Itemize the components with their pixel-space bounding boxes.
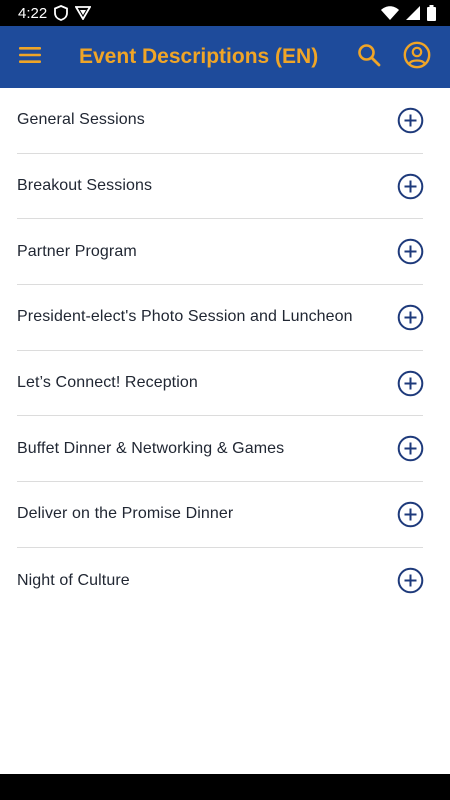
list-item[interactable]: General Sessions [17, 88, 423, 154]
event-label: Night of Culture [17, 571, 130, 589]
status-time: 4:22 [18, 4, 48, 22]
plus-circle-icon[interactable] [396, 435, 424, 463]
vpn-triangle-icon [75, 6, 92, 20]
plus-circle-icon[interactable] [396, 369, 424, 397]
search-icon [357, 43, 381, 72]
search-button[interactable] [348, 36, 390, 78]
event-label: Let’s Connect! Reception [17, 374, 198, 392]
event-label: Deliver on the Promise Dinner [17, 505, 234, 523]
list-item[interactable]: Night of Culture [17, 548, 423, 614]
plus-circle-icon[interactable] [396, 106, 424, 134]
status-right [381, 5, 436, 21]
plus-circle-icon[interactable] [396, 303, 424, 331]
plus-circle-icon[interactable] [396, 172, 424, 200]
menu-button[interactable] [0, 26, 60, 88]
event-label: General Sessions [17, 111, 145, 129]
signal-icon [406, 6, 420, 20]
status-bar: 4:22 [0, 0, 450, 26]
list-item[interactable]: Partner Program [17, 219, 424, 286]
plus-circle-icon[interactable] [396, 567, 424, 595]
hamburger-menu-icon [19, 46, 41, 68]
page-title: Event Descriptions (EN) [79, 45, 319, 68]
app-bar-actions [348, 36, 438, 78]
plus-circle-icon[interactable] [396, 500, 424, 528]
event-label: Partner Program [17, 242, 137, 260]
app-bar: Event Descriptions (EN) [0, 26, 450, 88]
event-label: President-elect's Photo Session and Lunc… [17, 308, 353, 326]
list-item[interactable]: Let’s Connect! Reception [17, 351, 423, 417]
list-item[interactable]: Deliver on the Promise Dinner [17, 482, 423, 548]
account-circle-icon [403, 41, 431, 74]
event-label: Buffet Dinner & Networking & Games [17, 439, 285, 457]
list-item[interactable]: President-elect's Photo Session and Lunc… [17, 285, 423, 351]
status-left: 4:22 [18, 4, 92, 22]
list-item[interactable]: Buffet Dinner & Networking & Games [17, 416, 424, 483]
battery-icon [427, 5, 436, 21]
shield-icon [54, 5, 69, 21]
wifi-icon [381, 6, 399, 20]
event-label: Breakout Sessions [17, 177, 153, 195]
event-list: General Sessions Breakout Sessions Partn… [0, 88, 450, 614]
list-item[interactable]: Breakout Sessions [17, 154, 423, 220]
plus-circle-icon[interactable] [396, 238, 424, 266]
system-navigation-bar [0, 774, 450, 800]
account-button[interactable] [396, 36, 438, 78]
